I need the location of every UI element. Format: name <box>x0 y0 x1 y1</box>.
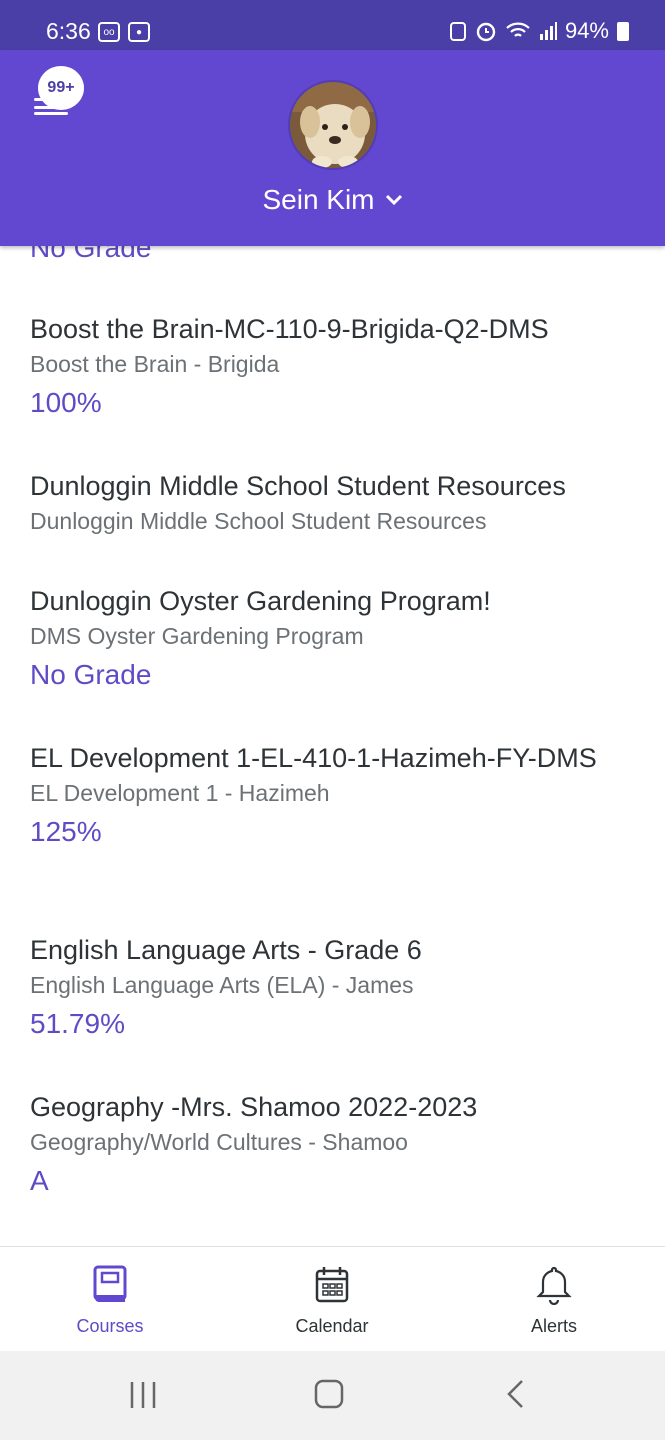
tab-courses-label: Courses <box>76 1316 144 1336</box>
course-grade: 51.79% <box>30 1008 125 1039</box>
calendar-icon <box>315 1267 349 1303</box>
course-title: Dunloggin Oyster Gardening Program! <box>30 586 491 616</box>
alarm-icon <box>476 22 496 42</box>
course-grade: No Grade <box>30 246 152 263</box>
tab-calendar[interactable]: Calendar <box>257 1265 407 1337</box>
list-item[interactable]: English Language Arts - Grade 6 English … <box>30 933 630 1042</box>
home-icon[interactable] <box>314 1379 344 1409</box>
course-grade: 100% <box>30 387 102 418</box>
system-nav-bar <box>0 1351 665 1440</box>
tab-courses[interactable]: Courses <box>35 1265 185 1337</box>
course-grade: No Grade <box>30 659 152 690</box>
course-subtitle: Dunloggin Middle School Student Resource… <box>30 508 487 534</box>
course-grade: A <box>30 1165 49 1196</box>
course-title: Geography -Mrs. Shamoo 2022-2023 <box>30 1092 478 1122</box>
list-item[interactable]: Geography -Mrs. Shamoo 2022-2023 Geograp… <box>30 1090 630 1199</box>
back-icon[interactable] <box>504 1379 528 1409</box>
bell-icon <box>536 1266 572 1306</box>
bottom-nav: Courses Calendar Alerts <box>0 1246 665 1351</box>
course-subtitle: EL Development 1 - Hazimeh <box>30 780 330 806</box>
wifi-icon <box>506 22 530 37</box>
course-title: English Language Arts - Grade 6 <box>30 935 422 965</box>
voicemail-icon: oo <box>98 22 120 42</box>
list-item[interactable]: Dunloggin Middle School Student Resource… <box>30 469 630 536</box>
status-time: 6:36 <box>46 18 91 44</box>
user-name: Sein Kim <box>262 184 375 215</box>
app-notification-icon: ● <box>128 22 150 42</box>
list-item[interactable]: Dunloggin Oyster Gardening Program! DMS … <box>30 584 630 693</box>
course-list: No Grade Boost the Brain-MC-110-9-Brigid… <box>0 246 665 1246</box>
course-grade: 125% <box>30 816 102 847</box>
course-title: EL Development 1-EL-410-1-Hazimeh-FY-DMS <box>30 743 597 773</box>
battery-percent: 94% <box>564 18 609 43</box>
battery-saver-icon <box>449 22 466 41</box>
recent-apps-icon[interactable] <box>128 1379 158 1409</box>
course-subtitle: Geography/World Cultures - Shamoo <box>30 1129 408 1155</box>
status-bar: 6:36 oo ● 94% <box>0 0 665 50</box>
book-icon <box>93 1265 127 1302</box>
avatar[interactable] <box>288 80 378 170</box>
list-item[interactable]: EL Development 1-EL-410-1-Hazimeh-FY-DMS… <box>30 741 630 850</box>
course-subtitle: English Language Arts (ELA) - James <box>30 972 414 998</box>
tab-alerts[interactable]: Alerts <box>479 1265 629 1337</box>
tab-alerts-label: Alerts <box>530 1316 577 1336</box>
user-name-selector[interactable]: Sein Kim <box>0 184 665 216</box>
list-item[interactable]: Boost the Brain-MC-110-9-Brigida-Q2-DMS … <box>30 312 630 421</box>
notification-badge[interactable]: 99+ <box>38 66 84 110</box>
course-subtitle: DMS Oyster Gardening Program <box>30 623 364 649</box>
chevron-down-icon <box>385 189 403 212</box>
course-title: Dunloggin Middle School Student Resource… <box>30 471 566 501</box>
course-subtitle: Boost the Brain - Brigida <box>30 351 280 377</box>
tab-calendar-label: Calendar <box>295 1316 369 1336</box>
signal-icon <box>539 22 557 40</box>
course-title: Boost the Brain-MC-110-9-Brigida-Q2-DMS <box>30 314 549 344</box>
battery-icon <box>617 21 629 41</box>
